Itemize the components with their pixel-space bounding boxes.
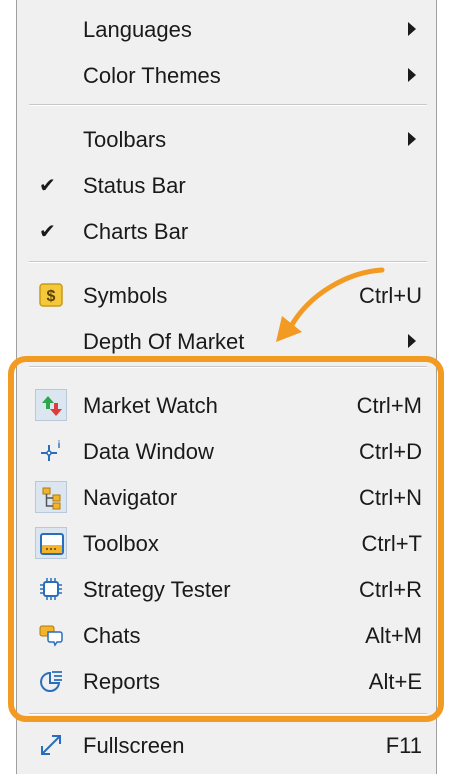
submenu-arrow-icon xyxy=(408,68,416,82)
checkmark-icon: ✔ xyxy=(39,175,56,197)
chat-icon xyxy=(35,619,67,651)
menu-separator xyxy=(29,261,427,263)
menu-item-charts-bar[interactable]: ✔ Charts Bar xyxy=(17,209,436,255)
menu-item-shortcut: Ctrl+R xyxy=(359,577,422,602)
menu-item-shortcut: Alt+E xyxy=(368,669,422,694)
menu-item-label: Data Window xyxy=(83,439,214,464)
menu-item-shortcut: Ctrl+M xyxy=(356,393,422,418)
menu-item-shortcut: Ctrl+T xyxy=(361,531,423,556)
menu-item-label: Symbols xyxy=(83,283,168,308)
menu-item-strategy-tester[interactable]: Strategy Tester Ctrl+R xyxy=(17,567,436,613)
expand-icon xyxy=(35,729,67,761)
menu-item-label: Chats xyxy=(83,623,141,648)
menu-separator xyxy=(29,366,427,368)
menu-item-label: Toolbars xyxy=(83,127,167,152)
menu-item-shortcut: Ctrl+N xyxy=(359,485,422,510)
menu-separator xyxy=(29,713,427,715)
menu-item-market-watch[interactable]: Market Watch Ctrl+M xyxy=(17,383,436,429)
menu-item-shortcut: Alt+M xyxy=(365,623,422,648)
menu-item-data-window[interactable]: i Data Window Ctrl+D xyxy=(17,429,436,475)
view-menu: Languages Color Themes Toolbars ✔ Status… xyxy=(16,0,437,774)
menu-item-status-bar[interactable]: ✔ Status Bar xyxy=(17,163,436,209)
menu-item-reports[interactable]: Reports Alt+E xyxy=(17,659,436,705)
menu-item-label: Status Bar xyxy=(83,173,186,198)
menu-item-label: Strategy Tester xyxy=(83,577,231,602)
menu-separator xyxy=(29,104,427,106)
menu-item-label: Toolbox xyxy=(83,531,159,556)
menu-item-toolbox[interactable]: Toolbox Ctrl+T xyxy=(17,521,436,567)
submenu-arrow-icon xyxy=(408,22,416,36)
menu-item-label: Color Themes xyxy=(83,63,221,88)
menu-item-label: Navigator xyxy=(83,485,178,510)
dollar-icon: $ xyxy=(35,279,67,311)
menu-item-label: Reports xyxy=(83,669,161,694)
menu-item-label: Languages xyxy=(83,17,192,42)
menu-item-chats[interactable]: Chats Alt+M xyxy=(17,613,436,659)
menu-item-shortcut: Ctrl+D xyxy=(359,439,422,464)
menu-item-navigator[interactable]: Navigator Ctrl+N xyxy=(17,475,436,521)
menu-item-color-themes[interactable]: Color Themes xyxy=(17,53,436,99)
svg-text:i: i xyxy=(58,440,61,451)
menu-item-shortcut: F11 xyxy=(385,733,422,758)
menu-item-label: Fullscreen xyxy=(83,733,185,758)
menu-item-shortcut: Ctrl+U xyxy=(359,283,422,308)
checkmark-icon: ✔ xyxy=(39,221,56,243)
toolbox-icon xyxy=(35,527,67,559)
chip-icon xyxy=(35,573,67,605)
crosshair-info-icon: i xyxy=(35,435,67,467)
submenu-arrow-icon xyxy=(408,334,416,348)
menu-item-toolbars[interactable]: Toolbars xyxy=(17,117,436,163)
submenu-arrow-icon xyxy=(408,132,416,146)
tree-icon xyxy=(35,481,67,513)
menu-item-depth-of-market[interactable]: Depth Of Market xyxy=(17,319,436,365)
reports-icon xyxy=(35,665,67,697)
menu-item-label: Market Watch xyxy=(83,393,218,418)
menu-item-label: Depth Of Market xyxy=(83,329,245,354)
menu-item-label: Charts Bar xyxy=(83,219,189,244)
menu-item-fullscreen[interactable]: Fullscreen F11 xyxy=(17,723,436,769)
svg-text:$: $ xyxy=(47,288,56,305)
menu-item-languages[interactable]: Languages xyxy=(17,7,436,53)
market-watch-icon xyxy=(35,389,67,421)
menu-item-symbols[interactable]: $ Symbols Ctrl+U xyxy=(17,273,436,319)
